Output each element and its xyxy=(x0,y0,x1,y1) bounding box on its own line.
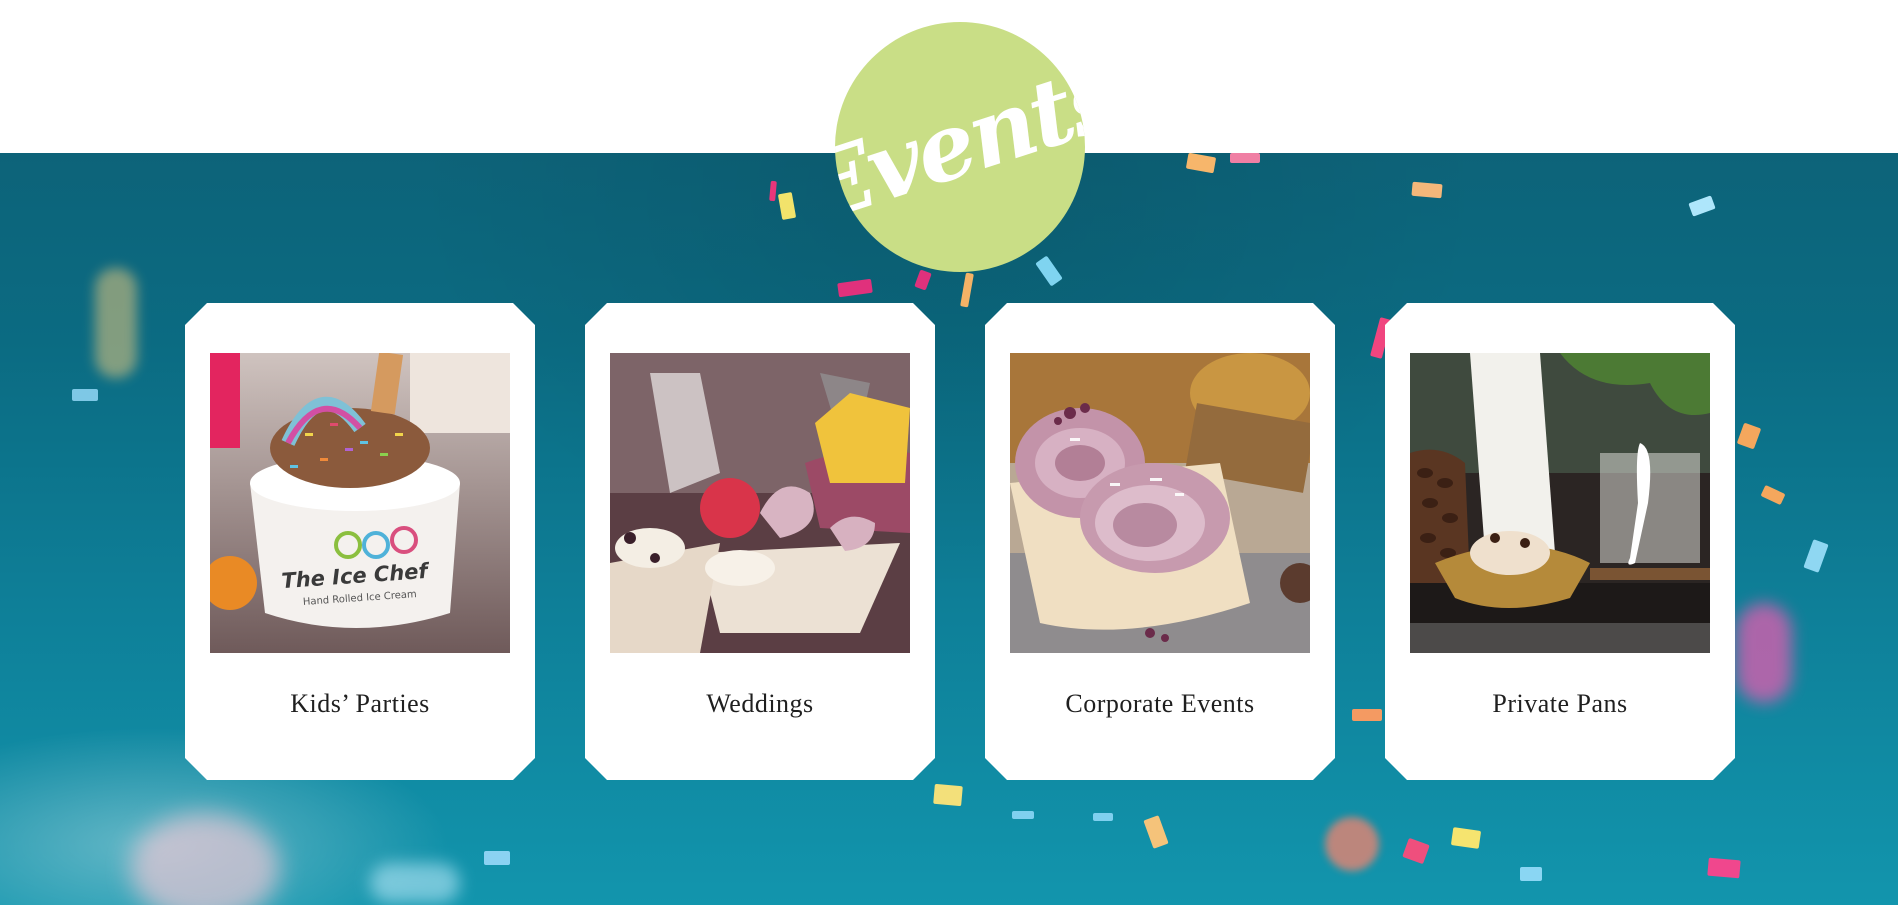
event-card-weddings[interactable]: Weddings xyxy=(585,303,935,780)
ice-cream-cup-photo: The Ice Chef Hand Rolled Ice Cream xyxy=(210,353,510,653)
corporate-events-image[interactable] xyxy=(1010,353,1310,653)
card-title-weddings[interactable]: Weddings xyxy=(585,689,935,719)
weddings-image[interactable] xyxy=(610,353,910,653)
private-pans-image[interactable] xyxy=(1410,353,1710,653)
event-card-corporate-events[interactable]: Corporate Events xyxy=(985,303,1335,780)
card-title-private-pans[interactable]: Private Pans xyxy=(1385,689,1735,719)
event-card-private-pans[interactable]: Private Pans xyxy=(1385,303,1735,780)
event-card-kids-parties[interactable]: The Ice Chef Hand Rolled Ice Cream Kids’… xyxy=(185,303,535,780)
private-pan-coffee-ice-cream-photo xyxy=(1410,353,1710,653)
event-cards: The Ice Chef Hand Rolled Ice Cream Kids’… xyxy=(0,0,1898,905)
corporate-rolled-ice-cream-photo xyxy=(1010,353,1310,653)
card-title-corporate-events[interactable]: Corporate Events xyxy=(985,689,1335,719)
wedding-rolled-ice-cream-photo xyxy=(610,353,910,653)
kids-parties-image[interactable]: The Ice Chef Hand Rolled Ice Cream xyxy=(210,353,510,653)
card-title-kids-parties[interactable]: Kids’ Parties xyxy=(185,689,535,719)
